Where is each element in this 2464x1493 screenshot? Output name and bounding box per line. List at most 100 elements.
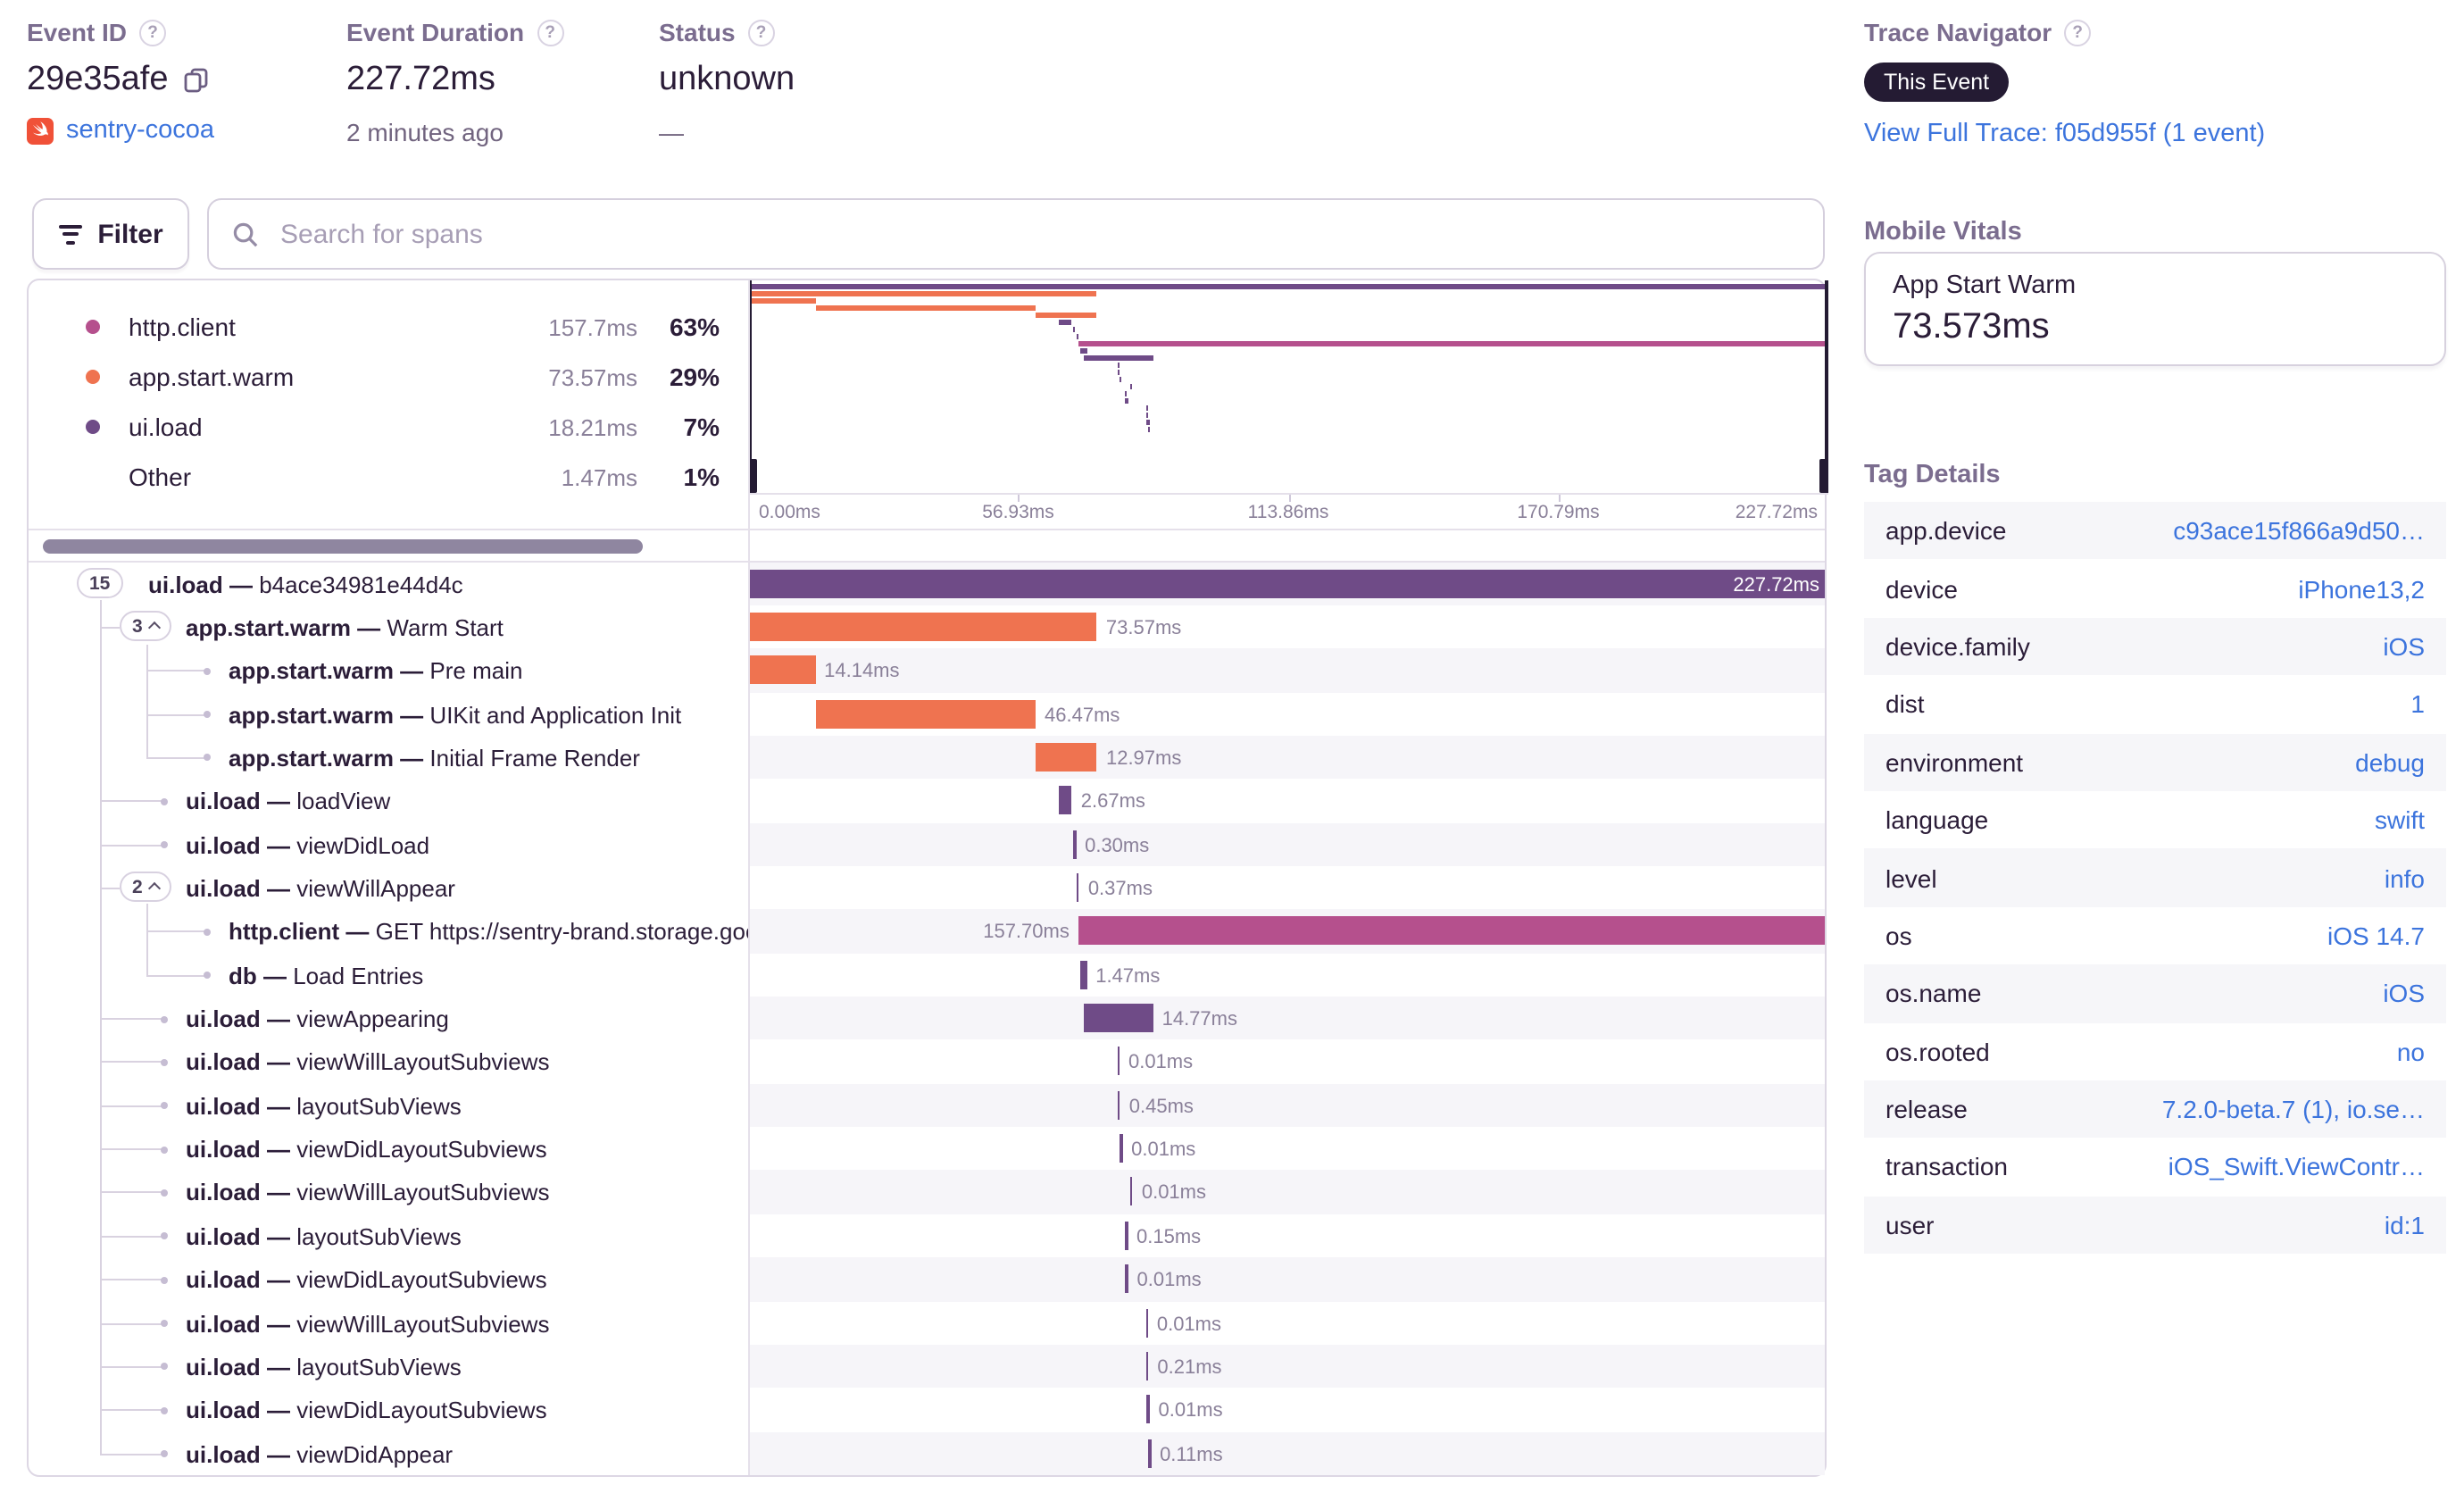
app-start-warm-card[interactable]: App Start Warm 73.573ms bbox=[1864, 252, 2446, 366]
span-row[interactable]: 73.57ms 3 app.start.warm — Warm Start bbox=[29, 605, 1825, 649]
span-name-cell[interactable]: ui.load — viewAppearing bbox=[29, 997, 748, 1040]
span-row[interactable]: 2.67ms ui.load — loadView bbox=[29, 780, 1825, 823]
span-bar-cell[interactable]: 1.47ms bbox=[748, 953, 1825, 997]
question-icon[interactable]: ? bbox=[537, 19, 564, 46]
span-row[interactable]: 157.70ms http.client — GET https://sentry… bbox=[29, 909, 1825, 954]
span-row[interactable]: 0.01ms ui.load — viewWillLayoutSubviews bbox=[29, 1301, 1825, 1345]
span-row[interactable]: 0.37ms 2 ui.load — viewWillAppear bbox=[29, 866, 1825, 910]
filter-button[interactable]: Filter bbox=[32, 198, 189, 270]
question-icon[interactable]: ? bbox=[139, 19, 167, 46]
span-row[interactable]: 1.47ms db — Load Entries bbox=[29, 953, 1825, 997]
span-name-cell[interactable]: 15 ui.load — b4ace34981e44d4c bbox=[29, 562, 748, 605]
span-bar-cell[interactable]: 0.01ms bbox=[748, 1257, 1825, 1302]
span-bar-cell[interactable]: 0.11ms bbox=[748, 1431, 1825, 1475]
span-count-pill[interactable]: 3 bbox=[120, 611, 171, 642]
span-bar-cell[interactable]: 12.97ms bbox=[748, 735, 1825, 780]
span-bar[interactable] bbox=[1145, 1351, 1149, 1380]
span-bar[interactable] bbox=[1148, 1439, 1152, 1468]
tag-value-link[interactable]: 1 bbox=[2410, 690, 2425, 719]
span-bar-cell[interactable]: 46.47ms bbox=[748, 692, 1825, 736]
minimap-right-grip[interactable] bbox=[1819, 459, 1828, 493]
span-bar-cell[interactable]: 0.37ms bbox=[748, 866, 1825, 910]
span-row[interactable]: 12.97ms app.start.warm — Initial Frame Re… bbox=[29, 735, 1825, 780]
span-name-cell[interactable]: ui.load — viewWillLayoutSubviews bbox=[29, 1301, 748, 1345]
this-event-badge[interactable]: This Event bbox=[1864, 63, 2010, 102]
search-input[interactable] bbox=[277, 217, 1800, 251]
tag-value-link[interactable]: iOS 14.7 bbox=[2327, 922, 2425, 950]
span-name-cell[interactable]: ui.load — viewDidLayoutSubviews bbox=[29, 1389, 748, 1432]
panel-divider[interactable] bbox=[748, 280, 750, 1475]
span-bar-cell[interactable]: 73.57ms bbox=[748, 605, 1825, 649]
span-bar[interactable] bbox=[1130, 1177, 1133, 1206]
span-bar[interactable] bbox=[1118, 1090, 1120, 1120]
span-bar[interactable] bbox=[1125, 1221, 1128, 1250]
tag-value-link[interactable]: debug bbox=[2355, 748, 2425, 777]
span-name-cell[interactable]: ui.load — viewDidAppear bbox=[29, 1431, 748, 1475]
span-bar[interactable] bbox=[1117, 1047, 1120, 1076]
span-row[interactable]: 0.01ms ui.load — viewDidLayoutSubviews bbox=[29, 1389, 1825, 1432]
span-name-cell[interactable]: ui.load — viewWillLayoutSubviews bbox=[29, 1040, 748, 1084]
tag-value-link[interactable]: iOS bbox=[2383, 980, 2425, 1008]
span-row[interactable]: 0.30ms ui.load — viewDidLoad bbox=[29, 822, 1825, 866]
span-name-cell[interactable]: app.start.warm — UIKit and Application I… bbox=[29, 692, 748, 736]
tag-value-link[interactable]: no bbox=[2397, 1037, 2425, 1065]
span-bar-cell[interactable]: 0.21ms bbox=[748, 1344, 1825, 1389]
span-row[interactable]: 14.77ms ui.load — viewAppearing bbox=[29, 997, 1825, 1040]
minimap[interactable]: 0.00ms 56.93ms 113.86ms 170.79ms 227.72ms bbox=[748, 280, 1828, 529]
span-name-cell[interactable]: ui.load — viewDidLayoutSubviews bbox=[29, 1127, 748, 1171]
span-bar-cell[interactable]: 157.70ms bbox=[748, 909, 1825, 954]
span-bar[interactable] bbox=[1146, 1395, 1150, 1424]
span-bar[interactable] bbox=[1073, 830, 1077, 859]
tag-value-link[interactable]: c93ace15f866a9d50… bbox=[2173, 516, 2425, 545]
span-bar-cell[interactable]: 227.72ms bbox=[748, 562, 1825, 605]
span-name-cell[interactable]: ui.load — viewWillLayoutSubviews bbox=[29, 1171, 748, 1214]
tag-value-link[interactable]: info bbox=[2385, 863, 2425, 892]
span-name-cell[interactable]: ui.load — layoutSubViews bbox=[29, 1084, 748, 1128]
span-bar-cell[interactable]: 0.15ms bbox=[748, 1214, 1825, 1258]
span-name-cell[interactable]: http.client — GET https://sentry-brand.s… bbox=[29, 910, 748, 954]
span-row[interactable]: 0.01ms ui.load — viewDidLayoutSubviews bbox=[29, 1127, 1825, 1171]
span-row[interactable]: 0.01ms ui.load — viewWillLayoutSubviews bbox=[29, 1040, 1825, 1084]
span-bar-cell[interactable]: 0.30ms bbox=[748, 822, 1825, 866]
span-row[interactable]: 0.01ms ui.load — viewWillLayoutSubviews bbox=[29, 1170, 1825, 1214]
span-name-cell[interactable]: app.start.warm — Initial Frame Render bbox=[29, 736, 748, 780]
span-bar[interactable] bbox=[748, 655, 816, 685]
span-bar[interactable] bbox=[748, 569, 1825, 597]
scrollbar-thumb[interactable] bbox=[43, 539, 643, 553]
span-name-cell[interactable]: ui.load — viewDidLoad bbox=[29, 822, 748, 866]
span-row[interactable]: 227.72ms 15 ui.load — b4ace34981e44d4c bbox=[29, 562, 1825, 605]
span-bar[interactable] bbox=[1036, 742, 1097, 772]
span-name-cell[interactable]: ui.load — layoutSubViews bbox=[29, 1345, 748, 1389]
span-name-cell[interactable]: ui.load — layoutSubViews bbox=[29, 1214, 748, 1258]
span-name-cell[interactable]: 3 app.start.warm — Warm Start bbox=[29, 605, 748, 649]
span-bar[interactable] bbox=[1059, 786, 1072, 815]
span-bar[interactable] bbox=[1083, 1004, 1153, 1033]
span-name-cell[interactable]: ui.load — loadView bbox=[29, 780, 748, 823]
span-bar-cell[interactable]: 14.14ms bbox=[748, 648, 1825, 693]
span-row[interactable]: 0.21ms ui.load — layoutSubViews bbox=[29, 1344, 1825, 1389]
span-bar-cell[interactable]: 0.01ms bbox=[748, 1170, 1825, 1214]
tag-value-link[interactable]: iPhone13,2 bbox=[2298, 574, 2425, 603]
span-count-pill[interactable]: 2 bbox=[120, 872, 171, 903]
span-bar-cell[interactable]: 0.45ms bbox=[748, 1083, 1825, 1128]
span-count-pill[interactable]: 15 bbox=[77, 568, 123, 598]
span-bar-cell[interactable]: 0.01ms bbox=[748, 1040, 1825, 1084]
span-name-cell[interactable]: app.start.warm — Pre main bbox=[29, 648, 748, 692]
span-bar[interactable] bbox=[815, 699, 1036, 729]
span-bar-cell[interactable]: 0.01ms bbox=[748, 1301, 1825, 1345]
tag-value-link[interactable]: id:1 bbox=[2385, 1211, 2425, 1239]
span-name-cell[interactable]: db — Load Entries bbox=[29, 953, 748, 997]
span-bar-cell[interactable]: 0.01ms bbox=[748, 1127, 1825, 1171]
copy-icon[interactable] bbox=[185, 68, 210, 93]
span-name-cell[interactable]: ui.load — viewDidLayoutSubviews bbox=[29, 1257, 748, 1301]
span-bar[interactable] bbox=[1145, 1308, 1148, 1338]
span-row[interactable]: 0.11ms ui.load — viewDidAppear bbox=[29, 1431, 1825, 1475]
span-row[interactable]: 0.45ms ui.load — layoutSubViews bbox=[29, 1083, 1825, 1128]
span-bar[interactable] bbox=[748, 612, 1097, 641]
span-bar[interactable] bbox=[1079, 960, 1087, 989]
span-bar[interactable] bbox=[1077, 872, 1079, 902]
span-row[interactable]: 0.15ms ui.load — layoutSubViews bbox=[29, 1214, 1825, 1258]
span-row[interactable]: 0.01ms ui.load — viewDidLayoutSubviews bbox=[29, 1257, 1825, 1302]
question-icon[interactable]: ? bbox=[747, 19, 775, 46]
span-bar[interactable] bbox=[1125, 1264, 1128, 1294]
